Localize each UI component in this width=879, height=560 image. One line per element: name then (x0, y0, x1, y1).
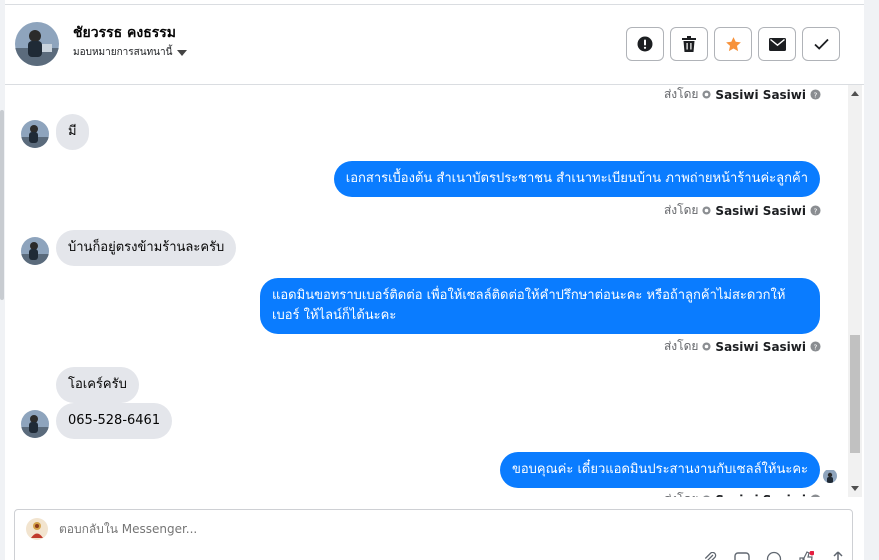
assign-label: มอบหมายการสนทนานี้ (73, 47, 173, 58)
left-pane-scrollbar-thumb[interactable] (0, 110, 4, 300)
conversation-header: ชัยวรรธ คงธรรม มอบหมายการสนทนานี้ (5, 5, 864, 85)
sent-by-label: ส่งโดย Sasiwi Sasiwi ? (664, 490, 821, 497)
incoming-message[interactable]: โอเคร์ครับ (56, 367, 139, 403)
like-icon[interactable] (797, 550, 815, 560)
page-avatar (25, 517, 49, 541)
sent-by-label: ส่งโดย Sasiwi Sasiwi ? (664, 85, 821, 104)
star-icon (725, 36, 741, 51)
help-icon[interactable]: ? (810, 205, 821, 216)
sender-avatar[interactable] (21, 410, 49, 438)
page-badge-icon (702, 206, 711, 215)
help-icon[interactable]: ? (810, 494, 821, 497)
star-button[interactable] (714, 27, 752, 61)
svg-text:?: ? (814, 342, 818, 351)
scrollbar-thumb[interactable] (850, 335, 860, 453)
contact-name[interactable]: ชัยวรรธ คงธรรม (73, 22, 176, 44)
send-icon[interactable] (829, 550, 847, 560)
sent-by-label: ส่งโดย Sasiwi Sasiwi ? (664, 337, 821, 356)
reply-input[interactable] (59, 522, 559, 536)
outgoing-message[interactable]: ขอบคุณค่ะ เดี๋ยวแอดมินประสานงานกับเซลล์ใ… (499, 452, 820, 488)
mark-done-button[interactable] (802, 27, 840, 61)
sender-avatar[interactable] (21, 237, 49, 265)
sent-by-label: ส่งโดย Sasiwi Sasiwi ? (664, 201, 821, 220)
message-thread: ส่งโดย Sasiwi Sasiwi ? มี เอกสารเบื้องต้… (5, 85, 848, 497)
incoming-message[interactable]: บ้านก็อยู่ตรงข้ามร้านละครับ (56, 230, 237, 266)
scroll-down-arrow-icon[interactable] (851, 486, 859, 491)
sender-avatar[interactable] (21, 120, 49, 148)
report-button[interactable] (626, 27, 664, 61)
help-icon[interactable]: ? (810, 89, 821, 100)
window-edge (864, 0, 879, 560)
delete-button[interactable] (670, 27, 708, 61)
trash-icon (682, 36, 696, 52)
mark-unread-button[interactable] (758, 27, 796, 61)
incoming-message[interactable]: 065-528-6461 (56, 403, 173, 439)
page-badge-icon (702, 90, 711, 99)
envelope-icon (768, 37, 786, 51)
checkmark-icon (813, 38, 829, 50)
contact-avatar[interactable] (15, 22, 59, 66)
page-badge-icon (702, 495, 711, 497)
scroll-up-arrow-icon[interactable] (851, 91, 859, 96)
emoji-icon[interactable] (765, 550, 783, 560)
reply-composer (14, 509, 853, 560)
thread-scrollbar[interactable] (848, 85, 862, 497)
incoming-message[interactable]: มี (56, 114, 89, 150)
svg-text:?: ? (814, 206, 818, 215)
read-receipt-avatar (823, 469, 837, 483)
page-badge-icon (702, 342, 711, 351)
assign-conversation-dropdown[interactable]: มอบหมายการสนทนานี้ (73, 45, 188, 60)
saved-reply-icon[interactable] (733, 550, 751, 560)
help-icon[interactable]: ? (810, 341, 821, 352)
header-actions (626, 27, 840, 61)
composer-toolbar (701, 550, 847, 560)
exclamation-circle-icon (637, 36, 653, 52)
outgoing-message[interactable]: แอดมินขอทราบเบอร์ติดต่อ เพื่อให้เซลล์ติด… (260, 278, 820, 334)
outgoing-message[interactable]: เอกสารเบื้องต้น สำเนาบัตรประชาชน สำเนาทะ… (333, 161, 820, 197)
caret-down-icon (177, 49, 188, 56)
attach-icon[interactable] (701, 550, 719, 560)
svg-text:?: ? (814, 495, 818, 497)
svg-text:?: ? (814, 90, 818, 99)
